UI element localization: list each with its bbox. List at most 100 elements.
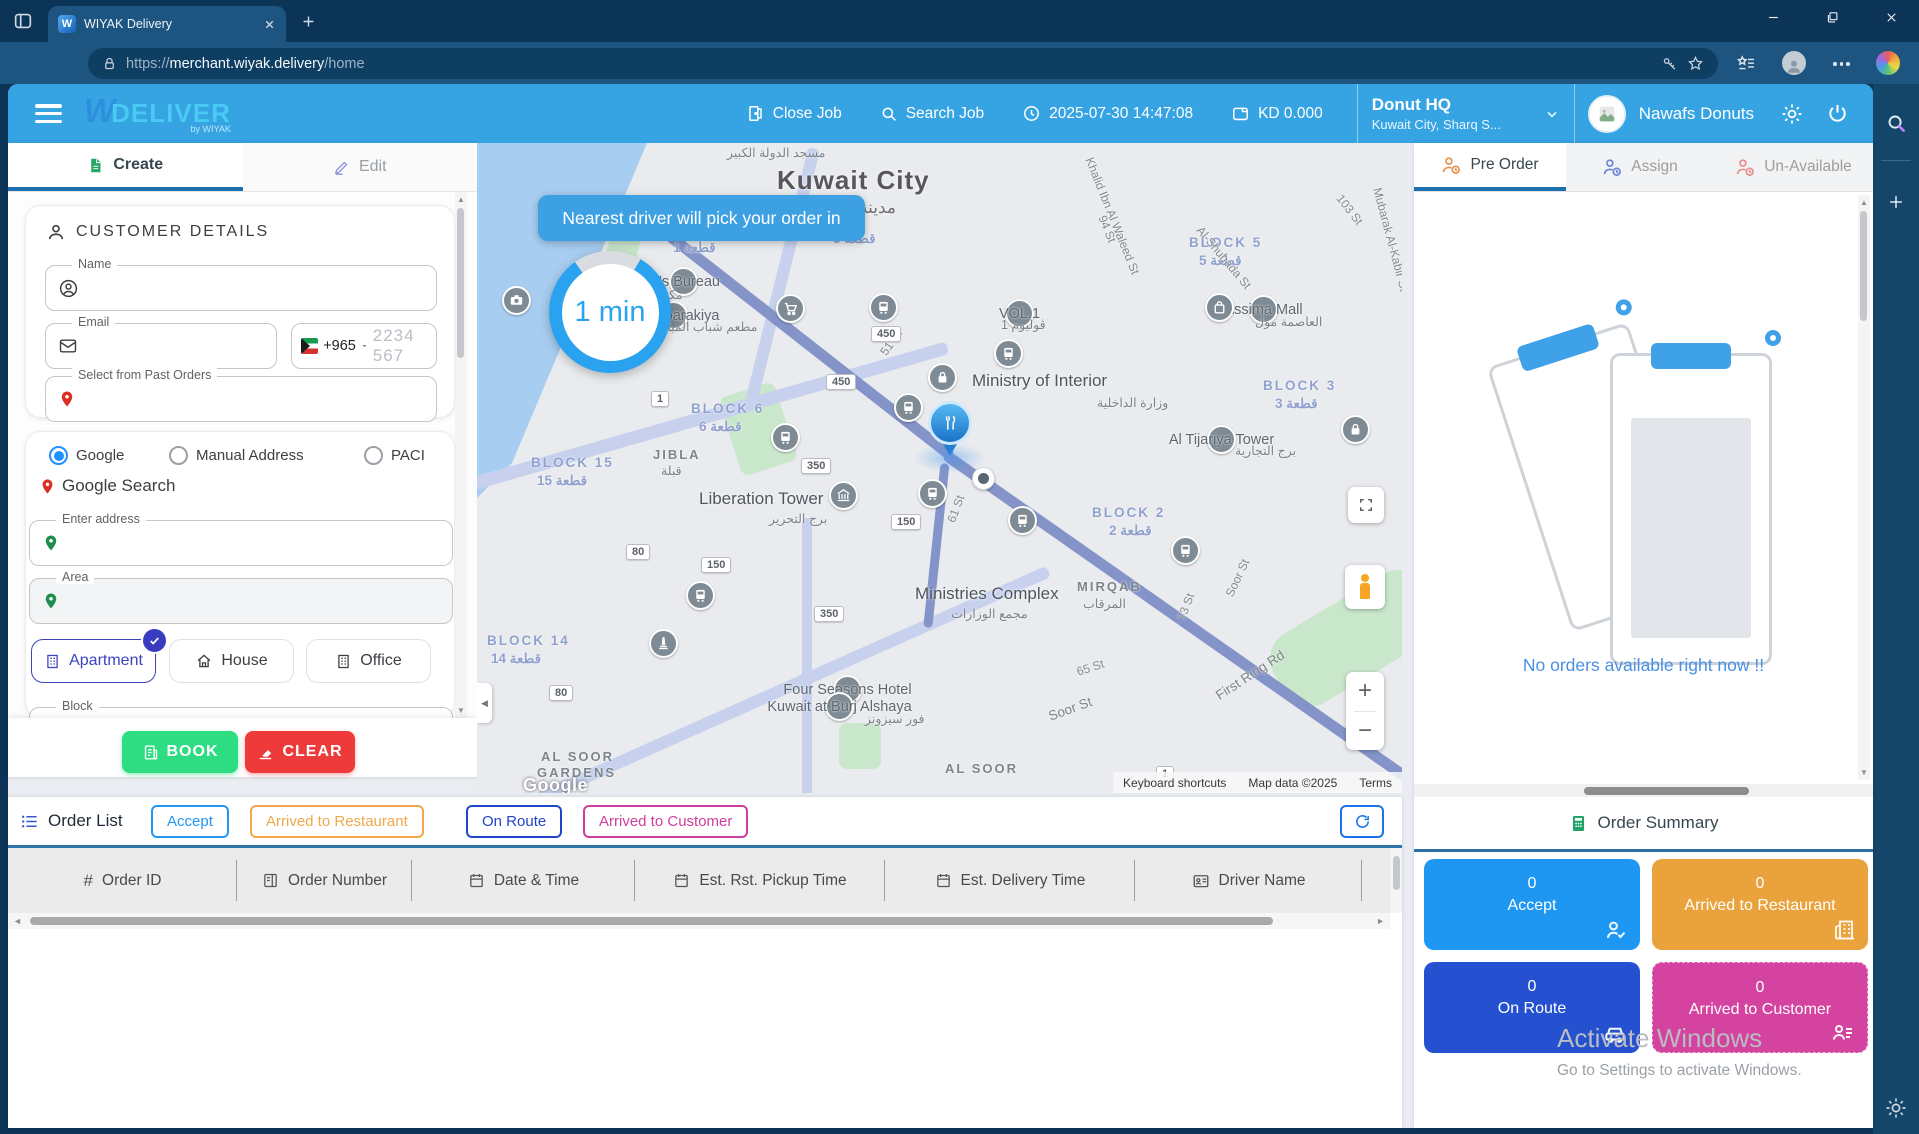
order-table-vscrollbar[interactable] [1390,848,1402,913]
copilot-icon[interactable] [1876,51,1900,75]
filter-arrived-restaurant[interactable]: Arrived to Restaurant [250,805,424,838]
window-minimize-button[interactable] [1750,0,1796,34]
tab-assign[interactable]: Assign [1566,143,1714,191]
tab-workspace-icon[interactable] [12,10,34,32]
map-expand-control[interactable] [1348,487,1384,523]
tab-close-icon[interactable] [263,18,276,31]
email-input[interactable] [88,337,264,356]
column-est-pickup[interactable]: Est. Rst. Pickup Time [635,848,885,913]
window-restore-button[interactable] [1809,0,1855,34]
zoom-in-button[interactable]: + [1346,672,1384,711]
new-tab-button[interactable] [300,13,317,30]
sidebar-search-icon[interactable] [1885,112,1908,135]
left-panel-scrollbar[interactable]: ▲ ▼ [455,192,467,718]
favorites-bar-icon[interactable] [1736,54,1756,74]
bus-poi-icon[interactable] [1171,536,1200,565]
monument-poi-icon[interactable] [649,629,678,658]
keyboard-shortcuts-link[interactable]: Keyboard shortcuts [1123,776,1226,790]
past-orders-field[interactable]: Select from Past Orders [45,376,437,422]
radio-paci-control[interactable] [364,446,383,465]
browser-menu-icon[interactable] [1833,62,1850,66]
sidebar-settings-gear-icon[interactable] [1884,1096,1908,1120]
bus-poi-icon[interactable] [1008,506,1037,535]
bus-poi-icon[interactable] [894,393,923,422]
bank-poi-icon[interactable] [829,481,858,510]
tab-pre-order[interactable]: Pre Order [1414,143,1566,191]
sidebar-add-icon[interactable] [1886,192,1906,212]
bag-poi-icon[interactable] [1205,293,1234,322]
person-list-icon [1831,1020,1855,1044]
address-bar[interactable]: https://merchant.wiyak.delivery/home [88,48,1718,79]
map-canvas[interactable]: Kuwait Cityمدينةمسجد الدولة الكبير5قطعة … [477,143,1402,793]
type-apartment-button[interactable]: Apartment [31,639,156,683]
bus-poi-icon[interactable] [869,293,898,322]
tab-create[interactable]: Create [8,143,243,191]
column-est-delivery[interactable]: Est. Delivery Time [885,848,1135,913]
refresh-orders-button[interactable] [1340,805,1384,838]
summary-card-arrived-customer[interactable]: 0 Arrived to Customer [1652,962,1868,1053]
bus-poi-icon[interactable] [771,423,800,452]
settings-gear-icon[interactable] [1780,102,1804,126]
bus-poi-icon[interactable] [686,581,715,610]
zoom-out-button[interactable]: − [1346,711,1384,750]
enter-address-field[interactable]: Enter address [29,520,453,566]
tab-un-available[interactable]: Un-Available [1714,143,1873,191]
column-order-id[interactable]: # Order ID [8,848,237,913]
phone-field[interactable]: +965 2234 567 [291,323,437,369]
past-orders-input[interactable] [86,390,424,409]
summary-card-arrived-restaurant[interactable]: 0 Arrived to Restaurant [1652,859,1868,950]
area-field[interactable]: Area [29,578,453,624]
order-table-hscrollbar[interactable]: ◄ ► [8,913,1390,929]
type-office-button[interactable]: Office [306,639,431,683]
summary-card-accept[interactable]: 0 Accept [1424,859,1640,950]
radio-manual-control[interactable] [169,446,188,465]
bus-poi-icon[interactable] [918,479,947,508]
clear-button[interactable]: CLEAR [245,731,355,773]
camera-poi-icon[interactable] [502,286,531,315]
password-key-icon[interactable] [1661,55,1678,72]
book-button[interactable]: BOOK [122,731,238,773]
branch-selector[interactable]: Donut HQ Kuwait City, Sharq S... [1357,84,1575,143]
cart-poi-icon[interactable] [776,294,805,323]
column-driver-name[interactable]: Driver Name [1135,848,1362,913]
map-label: MIRQAB [1077,579,1142,594]
radio-google-control[interactable] [49,446,68,465]
browser-profile-avatar[interactable] [1782,51,1806,75]
radio-manual-address[interactable]: Manual Address [169,446,304,465]
lock-poi-icon[interactable] [928,363,957,392]
radio-google[interactable]: Google [49,446,124,465]
merchant-avatar[interactable] [1588,95,1626,133]
close-job-button[interactable]: Close Job [746,104,842,123]
lock-poi-icon[interactable] [1341,415,1370,444]
terms-link[interactable]: Terms [1359,776,1392,790]
address-input[interactable] [70,534,440,553]
block-field[interactable]: Block [29,707,453,718]
filter-on-route[interactable]: On Route [466,805,562,838]
orders-panel-scrollbar[interactable]: ▲ ▼ [1858,195,1870,780]
summary-card-on-route[interactable]: 0 On Route [1424,962,1640,1053]
email-field[interactable]: Email [45,323,277,369]
column-date-time[interactable]: Date & Time [412,848,635,913]
orders-panel-hscrollbar[interactable] [1414,784,1873,797]
radio-paci[interactable]: PACI [364,446,425,465]
window-close-button[interactable] [1868,0,1914,34]
logout-power-icon[interactable] [1826,102,1849,125]
column-order-number[interactable]: Order Number [237,848,412,913]
filter-accept[interactable]: Accept [151,805,229,838]
map-label: قطعة 2 [1109,523,1152,539]
panel-collapse-arrow[interactable]: ◀ [477,683,492,723]
bookmark-star-icon[interactable] [1687,55,1704,72]
name-input[interactable] [89,279,424,298]
type-house-button[interactable]: House [169,639,294,683]
browser-tab[interactable]: W WIYAK Delivery [48,6,286,42]
street-view-pegman[interactable] [1345,565,1385,609]
hamburger-menu-icon[interactable] [35,104,62,123]
filter-arrived-customer[interactable]: Arrived to Customer [583,805,748,838]
name-field[interactable]: Name [45,265,437,311]
search-job-button[interactable]: Search Job [880,105,984,123]
tab-edit[interactable]: Edit [243,143,478,191]
bus-poi-icon[interactable] [994,339,1023,368]
area-input[interactable] [70,592,440,611]
phone-country-code[interactable]: +965 [323,338,356,354]
restaurant-map-pin[interactable] [928,401,972,456]
